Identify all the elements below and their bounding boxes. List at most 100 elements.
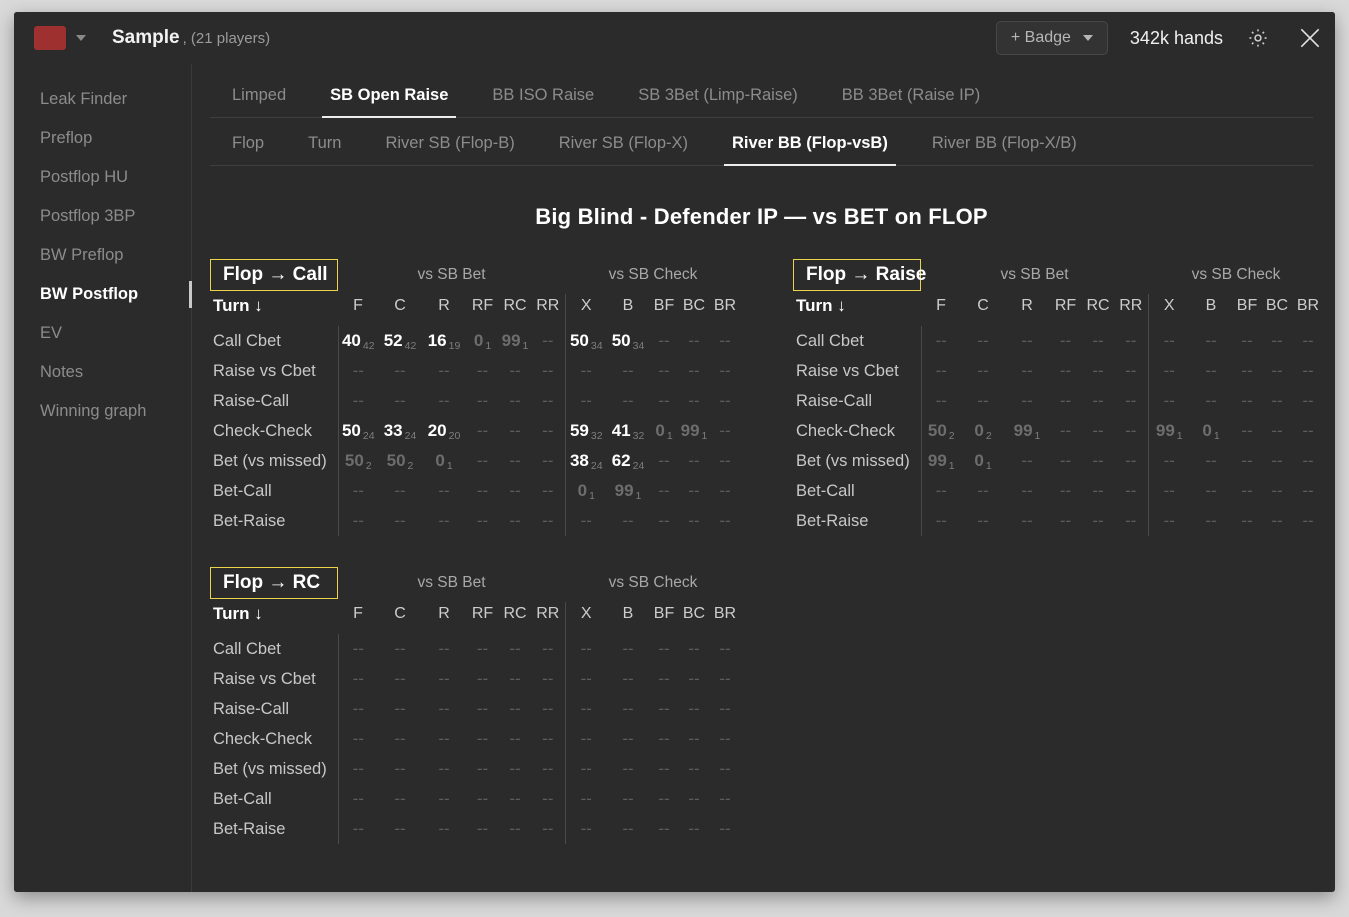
- cell-bet-c[interactable]: --: [378, 664, 422, 694]
- table-row[interactable]: Bet (vs missed) -- -- -- -- -- -- -- -- -- -- --: [210, 754, 741, 784]
- cell-check-bc[interactable]: --: [679, 356, 709, 386]
- sidebar-item-ev[interactable]: EV: [14, 314, 191, 353]
- cell-bet-rc[interactable]: --: [499, 784, 531, 814]
- cell-check-bc[interactable]: --: [1262, 476, 1292, 506]
- cell-bet-rc[interactable]: --: [499, 356, 531, 386]
- cell-bet-rf[interactable]: --: [1049, 356, 1082, 386]
- cell-check-br[interactable]: --: [709, 386, 741, 416]
- cell-check-b[interactable]: --: [607, 814, 649, 844]
- cell-check-bc[interactable]: --: [1262, 506, 1292, 536]
- cell-check-b[interactable]: 99 1: [607, 476, 649, 506]
- cell-bet-rr[interactable]: --: [531, 446, 565, 476]
- cell-bet-r[interactable]: --: [1005, 326, 1049, 356]
- cell-bet-r[interactable]: --: [422, 664, 466, 694]
- cell-bet-f[interactable]: --: [920, 506, 961, 536]
- table-row[interactable]: Bet-Call -- -- -- -- -- -- -- -- -- -- --: [793, 476, 1324, 506]
- cell-bet-c[interactable]: 52 42: [378, 326, 422, 356]
- cell-bet-c[interactable]: 50 2: [378, 446, 422, 476]
- cell-check-bc[interactable]: --: [679, 386, 709, 416]
- cell-check-bf[interactable]: --: [649, 506, 679, 536]
- cell-bet-c[interactable]: --: [961, 386, 1005, 416]
- cell-bet-r[interactable]: --: [422, 386, 466, 416]
- cell-bet-c[interactable]: --: [961, 326, 1005, 356]
- cell-check-br[interactable]: --: [709, 476, 741, 506]
- cell-check-bf[interactable]: --: [649, 664, 679, 694]
- cell-bet-rc[interactable]: --: [1082, 326, 1114, 356]
- cell-bet-f[interactable]: --: [337, 754, 378, 784]
- cell-check-x[interactable]: --: [564, 506, 607, 536]
- cell-check-x[interactable]: --: [564, 724, 607, 754]
- cell-check-x[interactable]: --: [564, 814, 607, 844]
- cell-check-bc[interactable]: --: [679, 476, 709, 506]
- cell-check-b[interactable]: --: [1190, 356, 1232, 386]
- profile-color-swatch[interactable]: [34, 26, 66, 50]
- cell-bet-rr[interactable]: --: [531, 784, 565, 814]
- cell-bet-r[interactable]: --: [1005, 506, 1049, 536]
- cell-bet-rf[interactable]: --: [466, 386, 499, 416]
- cell-bet-c[interactable]: --: [378, 754, 422, 784]
- cell-bet-r[interactable]: --: [1005, 356, 1049, 386]
- cell-bet-rf[interactable]: --: [466, 754, 499, 784]
- cell-bet-rc[interactable]: --: [499, 694, 531, 724]
- table-row[interactable]: Bet-Raise -- -- -- -- -- -- -- -- -- -- --: [210, 506, 741, 536]
- close-button[interactable]: [1293, 21, 1327, 55]
- cell-bet-r[interactable]: --: [422, 506, 466, 536]
- table-row[interactable]: Raise-Call -- -- -- -- -- -- -- -- -- -- --: [210, 386, 741, 416]
- table-row[interactable]: Raise-Call -- -- -- -- -- -- -- -- -- -- --: [793, 386, 1324, 416]
- cell-check-br[interactable]: --: [1292, 356, 1324, 386]
- cell-bet-rf[interactable]: --: [1049, 386, 1082, 416]
- panel-tag-flop-raise[interactable]: Flop → Raise: [793, 259, 926, 291]
- cell-check-bf[interactable]: --: [1232, 446, 1262, 476]
- cell-bet-rf[interactable]: --: [466, 724, 499, 754]
- cell-bet-rc[interactable]: --: [1082, 416, 1114, 446]
- cell-check-br[interactable]: --: [709, 326, 741, 356]
- cell-check-bf[interactable]: --: [649, 326, 679, 356]
- cell-check-bc[interactable]: --: [679, 814, 709, 844]
- cell-check-x[interactable]: --: [1147, 506, 1190, 536]
- cell-bet-r[interactable]: --: [422, 476, 466, 506]
- cell-bet-rr[interactable]: --: [1114, 506, 1148, 536]
- cell-bet-c[interactable]: --: [378, 694, 422, 724]
- cell-check-bf[interactable]: --: [649, 634, 679, 664]
- cell-check-bc[interactable]: --: [1262, 356, 1292, 386]
- table-row[interactable]: Raise vs Cbet -- -- -- -- -- -- -- -- -- -- --: [210, 356, 741, 386]
- cell-check-x[interactable]: --: [564, 634, 607, 664]
- cell-check-br[interactable]: --: [709, 634, 741, 664]
- cell-check-bf[interactable]: --: [1232, 326, 1262, 356]
- table-row[interactable]: Call Cbet 40 42 52 42 16 19 0 1 99 1 -- 50 34 50 34 -- --…: [210, 326, 741, 356]
- cell-bet-f[interactable]: --: [920, 476, 961, 506]
- cell-check-bf[interactable]: --: [1232, 506, 1262, 536]
- cell-check-b[interactable]: --: [607, 356, 649, 386]
- cell-check-b[interactable]: --: [1190, 476, 1232, 506]
- tab-bb-iso-raise[interactable]: BB ISO Raise: [470, 78, 616, 117]
- cell-bet-c[interactable]: --: [378, 506, 422, 536]
- cell-bet-rf[interactable]: --: [466, 476, 499, 506]
- cell-bet-r[interactable]: --: [422, 694, 466, 724]
- cell-check-bc[interactable]: --: [679, 326, 709, 356]
- cell-bet-r[interactable]: --: [422, 634, 466, 664]
- cell-check-bf[interactable]: --: [649, 724, 679, 754]
- panel-tag-flop-rc[interactable]: Flop → RC: [210, 567, 338, 599]
- cell-check-b[interactable]: 01: [1190, 416, 1232, 446]
- panel-tag-flop-call[interactable]: Flop → Call: [210, 259, 338, 291]
- cell-bet-rc[interactable]: --: [1082, 506, 1114, 536]
- cell-bet-rc[interactable]: --: [499, 664, 531, 694]
- cell-bet-c[interactable]: --: [961, 356, 1005, 386]
- cell-check-bf[interactable]: --: [649, 446, 679, 476]
- table-row[interactable]: Bet-Raise -- -- -- -- -- -- -- -- -- -- --: [210, 814, 741, 844]
- tab-flop[interactable]: Flop: [210, 126, 286, 165]
- cell-check-x[interactable]: --: [564, 784, 607, 814]
- cell-bet-rc[interactable]: --: [499, 754, 531, 784]
- cell-check-x[interactable]: --: [564, 386, 607, 416]
- cell-bet-f[interactable]: --: [920, 386, 961, 416]
- cell-check-bc[interactable]: --: [679, 784, 709, 814]
- cell-check-br[interactable]: --: [709, 416, 741, 446]
- cell-check-b[interactable]: --: [607, 784, 649, 814]
- cell-check-br[interactable]: --: [709, 446, 741, 476]
- cell-check-x[interactable]: --: [564, 754, 607, 784]
- cell-check-x[interactable]: 99 1: [1147, 416, 1190, 446]
- cell-bet-rf[interactable]: --: [466, 664, 499, 694]
- cell-bet-rf[interactable]: --: [466, 634, 499, 664]
- cell-check-br[interactable]: --: [1292, 446, 1324, 476]
- cell-check-x[interactable]: 59 32: [564, 416, 607, 446]
